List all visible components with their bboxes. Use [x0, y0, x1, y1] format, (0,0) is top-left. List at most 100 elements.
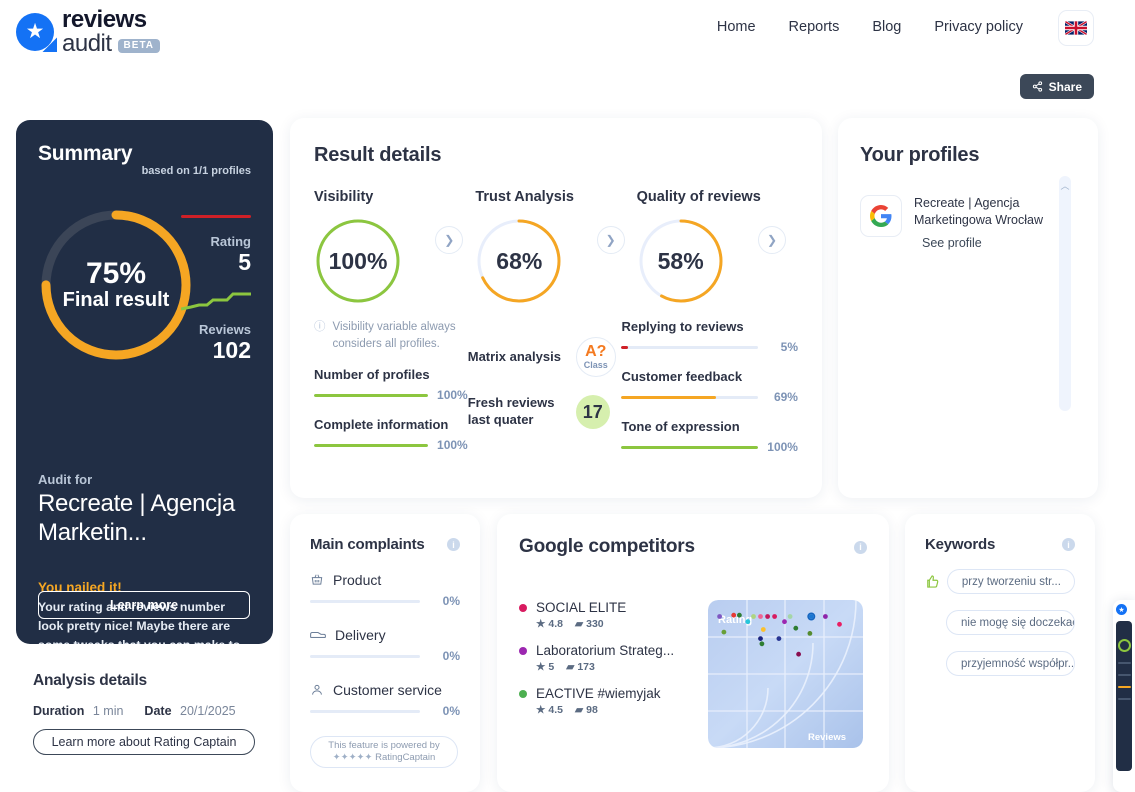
- metric-label: Complete information: [314, 417, 449, 433]
- competitor-name: SOCIAL ELITE: [536, 600, 627, 615]
- keyword-chip[interactable]: przy tworzeniu str...: [946, 569, 1075, 594]
- metric-label: Tone of expression: [621, 419, 740, 434]
- metrics-row: ⓘ Visibility variable always considers a…: [314, 319, 798, 454]
- powered-by-stars: ✦✦✦✦✦: [332, 752, 373, 763]
- metric-bar: [621, 345, 758, 349]
- rating-indicator-line: [181, 215, 251, 218]
- analysis-title: Analysis details: [33, 672, 147, 689]
- floating-preview-widget[interactable]: ★: [1113, 600, 1135, 792]
- mini-donut-icon: [1117, 639, 1131, 652]
- rating-value: 5: [238, 249, 251, 276]
- keyword-row: nie mogę się doczekać: [925, 610, 1075, 635]
- gauge-ring-trust: 68%: [475, 217, 563, 305]
- basket-icon: [311, 574, 323, 585]
- date-value: 20/1/2025: [180, 704, 236, 718]
- reviews-value: 102: [212, 337, 251, 364]
- beta-badge: BETA: [117, 39, 161, 54]
- result-details-title: Result details: [314, 144, 442, 166]
- logo-line2: audit: [62, 30, 112, 58]
- site-header: ★ reviews audit BETA Home Reports Blog P…: [0, 0, 1135, 56]
- competitor-item[interactable]: EACTIVE #wiemyjak ★ 4.5 ▰ 98: [519, 686, 699, 716]
- date-label: Date: [144, 704, 172, 718]
- nav-item-reports[interactable]: Reports: [789, 19, 840, 35]
- metric-bar: [621, 395, 758, 399]
- competitor-item[interactable]: Laboratorium Strateg... ★ 5 ▰ 173: [519, 643, 699, 673]
- competitor-item[interactable]: SOCIAL ELITE ★ 4.8 ▰ 330: [519, 600, 699, 630]
- scatter-xlabel: Reviews: [808, 732, 846, 743]
- mini-line: [1117, 698, 1131, 700]
- metric-complete-information: Complete information 100%: [314, 417, 468, 452]
- gauge-detail-chevron-quality[interactable]: ❯: [757, 226, 786, 254]
- metric-value: 100%: [767, 440, 798, 454]
- nav-item-home[interactable]: Home: [717, 19, 756, 35]
- see-profile-link[interactable]: See profile: [922, 236, 982, 250]
- metric-number-of-profiles: Number of profiles 100%: [314, 367, 468, 402]
- nav-item-privacy-policy[interactable]: Privacy policy: [934, 19, 1023, 35]
- visibility-note: ⓘ Visibility variable always considers a…: [314, 319, 464, 352]
- share-button[interactable]: Share: [1019, 74, 1094, 99]
- share-icon: [1032, 81, 1042, 92]
- complaint-bar: [310, 654, 420, 658]
- keyword-chip[interactable]: nie mogę się doczekać: [946, 610, 1075, 635]
- profile-name: Recreate | Agencja Marketingowa Wrocław: [914, 196, 1043, 227]
- metric-value: 69%: [773, 390, 798, 404]
- info-icon[interactable]: i: [1062, 538, 1075, 551]
- mini-line: [1117, 674, 1131, 676]
- gauge-detail-chevron-trust[interactable]: ❯: [596, 226, 625, 254]
- rating-label: Rating: [210, 234, 251, 249]
- info-icon[interactable]: i: [447, 538, 460, 551]
- powered-by-rating-captain[interactable]: This feature is powered by ✦✦✦✦✦ RatingC…: [310, 736, 458, 768]
- competitor-name: Laboratorium Strateg...: [536, 643, 675, 658]
- summary-side-stats: Rating 5 Reviews 102: [180, 215, 251, 364]
- gauges-row: Visibility 100% ❯ Trust Analysis 68% ❯ Q…: [314, 189, 798, 305]
- mini-line-accent: [1117, 686, 1131, 688]
- matrix-analysis-label: Matrix analysis: [467, 348, 561, 364]
- learn-more-button[interactable]: Learn more: [38, 591, 250, 619]
- complaint-customer-service: Customer service 0%: [310, 682, 460, 718]
- competitor-color-dot: [519, 689, 527, 698]
- reviews-sparkline: [180, 290, 251, 317]
- matrix-grade: A?: [585, 343, 607, 360]
- profile-list-item[interactable]: Recreate | Agencja Marketingowa Wrocław …: [860, 195, 1076, 252]
- competitor-color-dot: [519, 603, 527, 612]
- keyword-chip[interactable]: przyjemność współpr...: [946, 651, 1075, 676]
- reviews-label: Reviews: [198, 321, 251, 337]
- profile-info: Recreate | Agencja Marketingowa Wrocław …: [914, 195, 1076, 252]
- complaint-bar: [310, 599, 420, 603]
- duration-label: Duration: [33, 704, 85, 718]
- complaint-bar: [310, 709, 420, 713]
- person-icon: [312, 684, 322, 695]
- competitors-scatter-chart[interactable]: Rating Reviews: [708, 600, 863, 748]
- metric-tone-of-expression: Tone of expression 100%: [621, 419, 798, 454]
- profiles-scrollbar[interactable]: ︿: [1059, 176, 1071, 411]
- truck-icon: [310, 632, 326, 638]
- metric-label: Number of profiles: [314, 367, 430, 383]
- metric-value: 100%: [437, 438, 468, 453]
- info-icon[interactable]: i: [854, 540, 867, 554]
- metric-label: Customer feedback: [621, 369, 743, 384]
- gauge-title: Quality of reviews: [636, 189, 761, 205]
- complaint-delivery: Delivery 0%: [310, 627, 460, 663]
- competitor-rating: ★ 4.5: [536, 704, 564, 716]
- logo-star-icon: ★: [16, 13, 54, 52]
- competitors-list: SOCIAL ELITE ★ 4.8 ▰ 330 Laboratorium St…: [519, 600, 699, 716]
- summary-title: Summary: [38, 142, 133, 165]
- keyword-row: przyjemność współpr...: [925, 651, 1075, 676]
- logo[interactable]: ★ reviews audit BETA: [16, 7, 161, 58]
- final-result-sublabel: Final result: [62, 288, 170, 311]
- nav-item-blog[interactable]: Blog: [872, 19, 901, 35]
- gauge-detail-chevron-visibility[interactable]: ❯: [435, 226, 464, 254]
- gauge-trust-analysis: Trust Analysis 68% ❯: [475, 189, 636, 305]
- google-icon: [860, 195, 902, 237]
- gauge-value: 68%: [496, 247, 543, 274]
- google-competitors-card: Google competitors i SOCIAL ELITE ★ 4.8 …: [497, 514, 889, 792]
- complaint-label: Product: [333, 572, 382, 588]
- chevron-up-icon[interactable]: ︿: [1059, 179, 1071, 192]
- metric-value: 100%: [437, 388, 468, 403]
- your-profiles-card: Your profiles Recreate | Agencja Marketi…: [838, 118, 1098, 498]
- page-root: ★ reviews audit BETA Home Reports Blog P…: [0, 0, 1135, 792]
- google-logo-svg: [870, 205, 892, 227]
- gauge-title: Trust Analysis: [475, 189, 574, 205]
- language-switcher-button[interactable]: [1058, 10, 1094, 46]
- rating-captain-button[interactable]: Learn more about Rating Captain: [33, 729, 255, 755]
